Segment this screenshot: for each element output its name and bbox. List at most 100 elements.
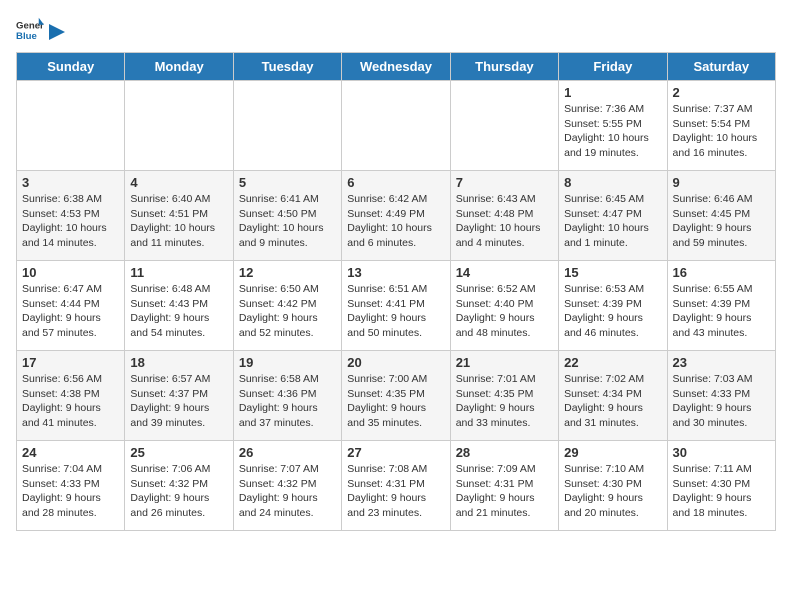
calendar-cell: 30 Sunrise: 7:11 AM Sunset: 4:30 PM Dayli…: [667, 441, 775, 531]
day-info: Sunrise: 6:52 AM Sunset: 4:40 PM Dayligh…: [456, 282, 553, 341]
day-number: 13: [347, 265, 444, 280]
calendar-cell: 8 Sunrise: 6:45 AM Sunset: 4:47 PM Daylig…: [559, 171, 667, 261]
calendar-cell: [450, 81, 558, 171]
day-info: Sunrise: 6:57 AM Sunset: 4:37 PM Dayligh…: [130, 372, 227, 431]
header: General Blue: [16, 16, 776, 44]
logo: General Blue: [16, 16, 66, 44]
day-number: 27: [347, 445, 444, 460]
day-info: Sunrise: 6:41 AM Sunset: 4:50 PM Dayligh…: [239, 192, 336, 251]
day-number: 30: [673, 445, 770, 460]
day-number: 25: [130, 445, 227, 460]
calendar-cell: 28Sunrise: 7:09 AM Sunset: 4:31 PM Dayli…: [450, 441, 558, 531]
calendar-cell: 5 Sunrise: 6:41 AM Sunset: 4:50 PM Daylig…: [233, 171, 341, 261]
calendar-cell: 12Sunrise: 6:50 AM Sunset: 4:42 PM Dayli…: [233, 261, 341, 351]
day-number: 6: [347, 175, 444, 190]
day-info: Sunrise: 6:56 AM Sunset: 4:38 PM Dayligh…: [22, 372, 119, 431]
day-number: 16: [673, 265, 770, 280]
day-info: Sunrise: 6:38 AM Sunset: 4:53 PM Dayligh…: [22, 192, 119, 251]
day-info: Sunrise: 6:58 AM Sunset: 4:36 PM Dayligh…: [239, 372, 336, 431]
day-info: Sunrise: 7:11 AM Sunset: 4:30 PM Dayligh…: [673, 462, 770, 521]
calendar-cell: 17 Sunrise: 6:56 AM Sunset: 4:38 PM Dayli…: [17, 351, 125, 441]
logo-icon: General Blue: [16, 16, 44, 44]
day-info: Sunrise: 6:53 AM Sunset: 4:39 PM Dayligh…: [564, 282, 661, 341]
day-info: Sunrise: 6:47 AM Sunset: 4:44 PM Dayligh…: [22, 282, 119, 341]
week-row-5: 24 Sunrise: 7:04 AM Sunset: 4:33 PM Dayli…: [17, 441, 776, 531]
calendar-cell: 29 Sunrise: 7:10 AM Sunset: 4:30 PM Dayli…: [559, 441, 667, 531]
day-number: 15: [564, 265, 661, 280]
calendar-cell: [342, 81, 450, 171]
day-info: Sunrise: 6:45 AM Sunset: 4:47 PM Dayligh…: [564, 192, 661, 251]
header-row: SundayMondayTuesdayWednesdayThursdayFrid…: [17, 53, 776, 81]
day-number: 3: [22, 175, 119, 190]
day-info: Sunrise: 6:51 AM Sunset: 4:41 PM Dayligh…: [347, 282, 444, 341]
day-info: Sunrise: 7:36 AM Sunset: 5:55 PM Dayligh…: [564, 102, 661, 161]
calendar-cell: 11 Sunrise: 6:48 AM Sunset: 4:43 PM Dayli…: [125, 261, 233, 351]
calendar-cell: 14 Sunrise: 6:52 AM Sunset: 4:40 PM Dayli…: [450, 261, 558, 351]
day-info: Sunrise: 7:09 AM Sunset: 4:31 PM Dayligh…: [456, 462, 553, 521]
day-header-thursday: Thursday: [450, 53, 558, 81]
calendar-cell: 22 Sunrise: 7:02 AM Sunset: 4:34 PM Dayli…: [559, 351, 667, 441]
week-row-4: 17 Sunrise: 6:56 AM Sunset: 4:38 PM Dayli…: [17, 351, 776, 441]
calendar-cell: [125, 81, 233, 171]
day-number: 4: [130, 175, 227, 190]
day-number: 29: [564, 445, 661, 460]
day-info: Sunrise: 7:06 AM Sunset: 4:32 PM Dayligh…: [130, 462, 227, 521]
calendar-cell: 26Sunrise: 7:07 AM Sunset: 4:32 PM Dayli…: [233, 441, 341, 531]
calendar-cell: 19 Sunrise: 6:58 AM Sunset: 4:36 PM Dayli…: [233, 351, 341, 441]
calendar-cell: 13 Sunrise: 6:51 AM Sunset: 4:41 PM Dayli…: [342, 261, 450, 351]
day-number: 1: [564, 85, 661, 100]
day-info: Sunrise: 7:01 AM Sunset: 4:35 PM Dayligh…: [456, 372, 553, 431]
day-number: 17: [22, 355, 119, 370]
calendar-cell: 15 Sunrise: 6:53 AM Sunset: 4:39 PM Dayli…: [559, 261, 667, 351]
day-info: Sunrise: 6:43 AM Sunset: 4:48 PM Dayligh…: [456, 192, 553, 251]
calendar-cell: 4 Sunrise: 6:40 AM Sunset: 4:51 PM Daylig…: [125, 171, 233, 261]
day-number: 2: [673, 85, 770, 100]
day-number: 5: [239, 175, 336, 190]
day-number: 24: [22, 445, 119, 460]
day-info: Sunrise: 6:55 AM Sunset: 4:39 PM Dayligh…: [673, 282, 770, 341]
calendar-cell: 18 Sunrise: 6:57 AM Sunset: 4:37 PM Dayli…: [125, 351, 233, 441]
svg-text:Blue: Blue: [16, 31, 37, 42]
week-row-1: 1 Sunrise: 7:36 AM Sunset: 5:55 PM Daylig…: [17, 81, 776, 171]
day-number: 19: [239, 355, 336, 370]
day-header-friday: Friday: [559, 53, 667, 81]
calendar-cell: 1 Sunrise: 7:36 AM Sunset: 5:55 PM Daylig…: [559, 81, 667, 171]
day-number: 8: [564, 175, 661, 190]
day-number: 20: [347, 355, 444, 370]
day-number: 22: [564, 355, 661, 370]
day-number: 26: [239, 445, 336, 460]
day-number: 21: [456, 355, 553, 370]
day-info: Sunrise: 7:02 AM Sunset: 4:34 PM Dayligh…: [564, 372, 661, 431]
calendar-cell: 10Sunrise: 6:47 AM Sunset: 4:44 PM Dayli…: [17, 261, 125, 351]
day-info: Sunrise: 7:04 AM Sunset: 4:33 PM Dayligh…: [22, 462, 119, 521]
logo-triangle-icon: [49, 24, 65, 40]
week-row-3: 10Sunrise: 6:47 AM Sunset: 4:44 PM Dayli…: [17, 261, 776, 351]
day-header-wednesday: Wednesday: [342, 53, 450, 81]
day-info: Sunrise: 6:46 AM Sunset: 4:45 PM Dayligh…: [673, 192, 770, 251]
calendar-cell: [233, 81, 341, 171]
calendar-cell: 24 Sunrise: 7:04 AM Sunset: 4:33 PM Dayli…: [17, 441, 125, 531]
day-info: Sunrise: 6:42 AM Sunset: 4:49 PM Dayligh…: [347, 192, 444, 251]
day-info: Sunrise: 6:48 AM Sunset: 4:43 PM Dayligh…: [130, 282, 227, 341]
calendar-cell: 21 Sunrise: 7:01 AM Sunset: 4:35 PM Dayli…: [450, 351, 558, 441]
day-info: Sunrise: 7:37 AM Sunset: 5:54 PM Dayligh…: [673, 102, 770, 161]
calendar-cell: 23 Sunrise: 7:03 AM Sunset: 4:33 PM Dayli…: [667, 351, 775, 441]
day-info: Sunrise: 7:08 AM Sunset: 4:31 PM Dayligh…: [347, 462, 444, 521]
day-info: Sunrise: 6:40 AM Sunset: 4:51 PM Dayligh…: [130, 192, 227, 251]
day-number: 14: [456, 265, 553, 280]
calendar-cell: 20 Sunrise: 7:00 AM Sunset: 4:35 PM Dayli…: [342, 351, 450, 441]
calendar-cell: 27 Sunrise: 7:08 AM Sunset: 4:31 PM Dayli…: [342, 441, 450, 531]
day-header-tuesday: Tuesday: [233, 53, 341, 81]
calendar-cell: 2 Sunrise: 7:37 AM Sunset: 5:54 PM Daylig…: [667, 81, 775, 171]
day-number: 23: [673, 355, 770, 370]
calendar-cell: 3 Sunrise: 6:38 AM Sunset: 4:53 PM Daylig…: [17, 171, 125, 261]
calendar-cell: 16 Sunrise: 6:55 AM Sunset: 4:39 PM Dayli…: [667, 261, 775, 351]
day-info: Sunrise: 7:00 AM Sunset: 4:35 PM Dayligh…: [347, 372, 444, 431]
day-header-monday: Monday: [125, 53, 233, 81]
day-number: 18: [130, 355, 227, 370]
day-info: Sunrise: 7:10 AM Sunset: 4:30 PM Dayligh…: [564, 462, 661, 521]
calendar-cell: 6 Sunrise: 6:42 AM Sunset: 4:49 PM Daylig…: [342, 171, 450, 261]
day-number: 11: [130, 265, 227, 280]
day-info: Sunrise: 7:03 AM Sunset: 4:33 PM Dayligh…: [673, 372, 770, 431]
day-info: Sunrise: 6:50 AM Sunset: 4:42 PM Dayligh…: [239, 282, 336, 341]
